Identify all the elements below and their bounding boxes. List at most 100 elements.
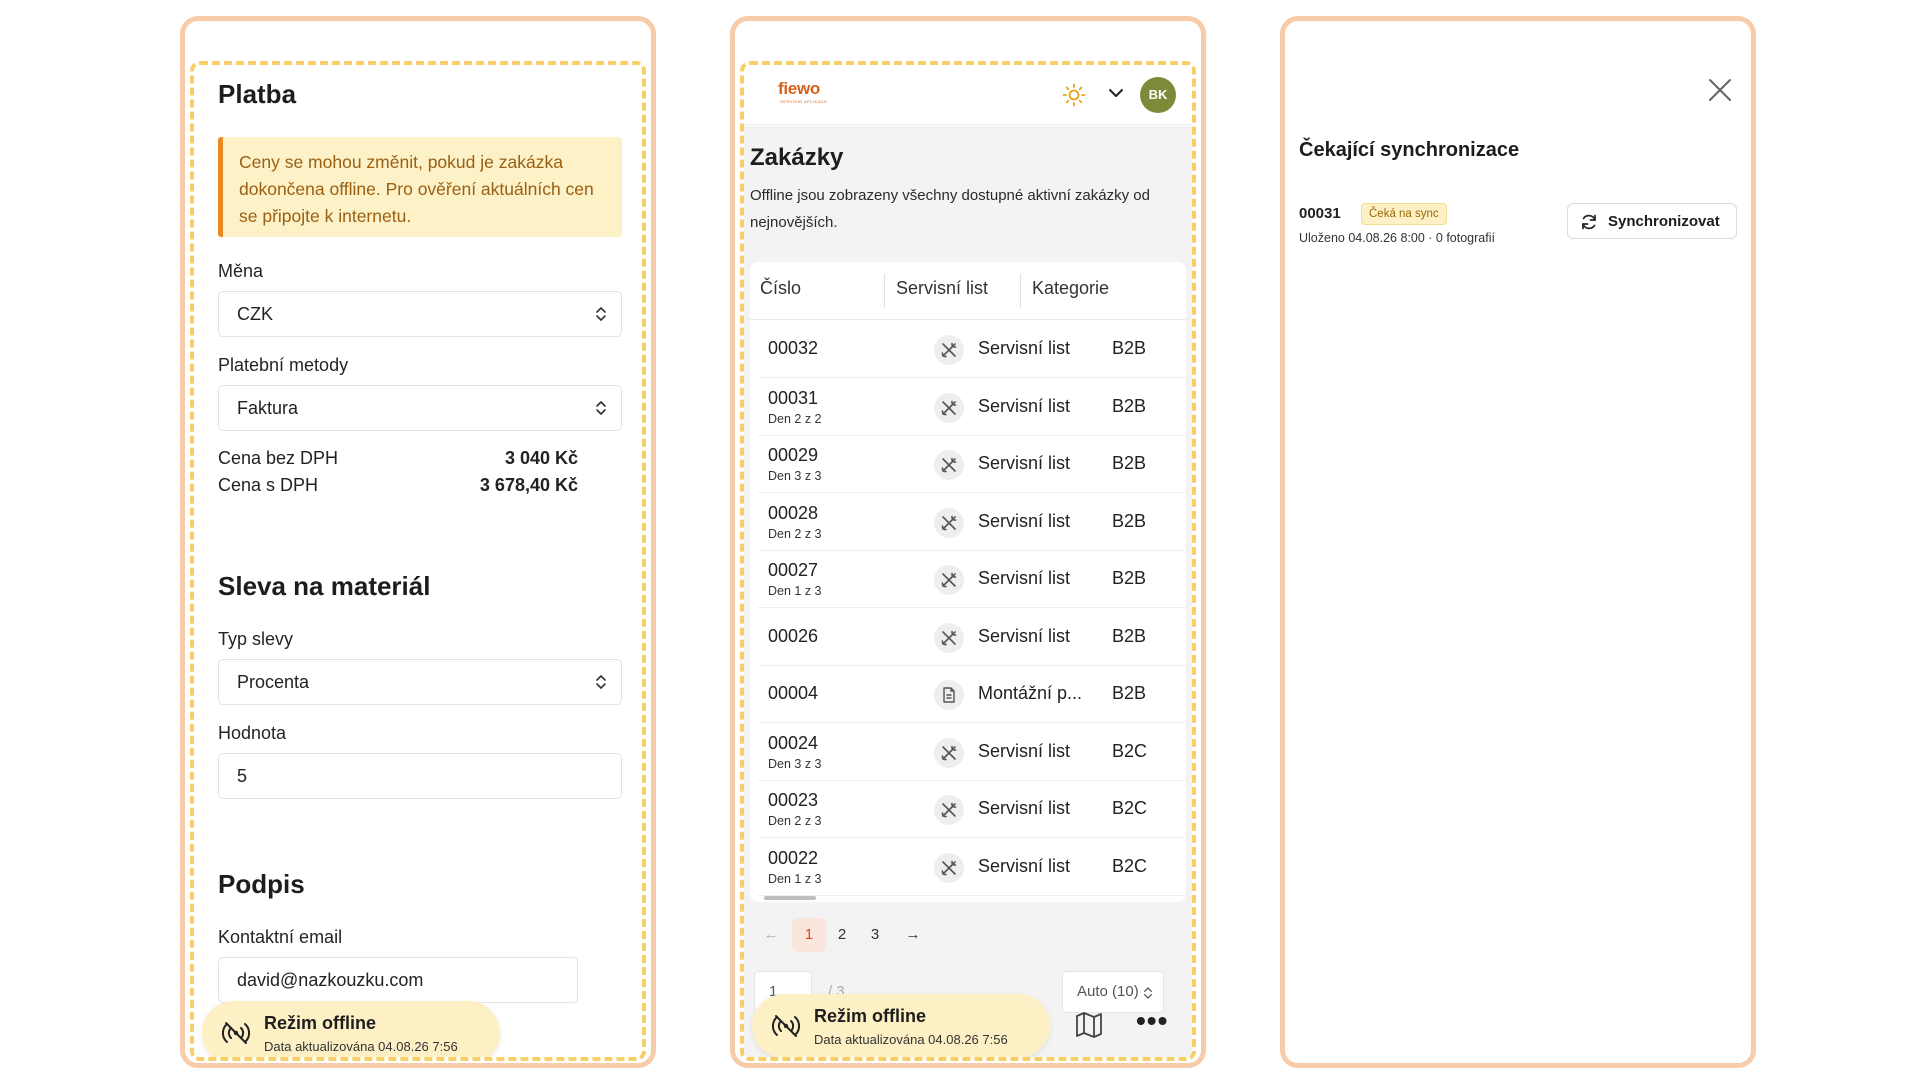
pending-item-id: 00031 xyxy=(1299,205,1341,222)
order-day: Den 3 z 3 xyxy=(768,756,822,771)
column-divider xyxy=(1020,274,1021,308)
order-number: 00028 xyxy=(768,502,819,523)
price-with-vat-row: Cena s DPH 3 678,40 Kč xyxy=(218,475,578,496)
payment-scroll-area[interactable]: Platba Ceny se mohou změnit, pokud je za… xyxy=(194,65,642,1057)
fiewo-logo[interactable]: fiewo SERVISNÍ APLIKACE xyxy=(778,79,827,104)
orders-phone-frame: fiewo SERVISNÍ APLIKACE BK Zakázky Offli… xyxy=(730,16,1206,1068)
table-row[interactable]: 00028 Den 2 z 3 Servisní list B2B xyxy=(758,493,1186,551)
map-icon[interactable] xyxy=(1074,1010,1104,1040)
user-avatar[interactable]: BK xyxy=(1140,77,1176,113)
order-number: 00004 xyxy=(768,683,819,703)
category-label: B2B xyxy=(1112,338,1147,358)
column-header-number[interactable]: Číslo xyxy=(760,278,801,299)
offline-mode-banner[interactable]: Režim offline Data aktualizována 04.08.2… xyxy=(202,1001,500,1057)
service-sheet-label: Montážní p... xyxy=(978,683,1083,703)
pending-item-meta: Uloženo 04.08.26 8:00 · 0 fotografií xyxy=(1299,231,1495,245)
discount-value-input[interactable]: 5 xyxy=(218,753,622,799)
payment-methods-select[interactable]: Faktura xyxy=(218,385,622,431)
select-chevron-icon xyxy=(1144,987,1152,999)
column-header-category[interactable]: Kategorie xyxy=(1032,278,1109,299)
logo-subtext: SERVISNÍ APLIKACE xyxy=(780,99,828,104)
wrench-screwdriver-icon xyxy=(934,392,964,423)
order-number: 00024 xyxy=(768,732,819,753)
offline-signal-icon xyxy=(772,1015,800,1037)
payment-phone-frame: Platba Ceny se mohou změnit, pokud je za… xyxy=(180,16,656,1068)
offline-signal-icon xyxy=(222,1022,250,1044)
category-label: B2B xyxy=(1112,395,1147,416)
table-row[interactable]: 00023 Den 2 z 3 Servisní list B2C xyxy=(758,780,1186,838)
category-label: B2B xyxy=(1112,683,1147,703)
currency-label: Měna xyxy=(218,261,264,281)
category-label: B2B xyxy=(1112,568,1147,588)
page-button-1[interactable]: 1 xyxy=(792,918,826,952)
sun-icon[interactable] xyxy=(1062,83,1086,107)
table-row[interactable]: 00032 Servisní list B2B xyxy=(758,320,1186,378)
refresh-icon xyxy=(1582,214,1596,230)
column-header-service-sheet[interactable]: Servisní list xyxy=(896,278,988,299)
payment-methods-label: Platební metody xyxy=(218,355,349,375)
horizontal-scrollbar[interactable] xyxy=(764,896,816,900)
contact-email-label: Kontaktní email xyxy=(218,927,343,947)
chevron-down-icon[interactable] xyxy=(1108,87,1124,99)
active-tab-indicator xyxy=(844,1059,880,1061)
table-row[interactable]: 00004 Montážní p... B2B xyxy=(758,665,1186,723)
discount-heading: Sleva na materiál xyxy=(218,571,431,601)
page-size-value: Auto (10) xyxy=(1077,983,1139,1000)
discount-type-select[interactable]: Procenta xyxy=(218,659,622,705)
orders-table: Číslo Servisní list Kategorie 00032 Servi… xyxy=(750,262,1186,902)
more-icon[interactable]: ••• xyxy=(1136,1005,1168,1037)
orders-title: Zakázky xyxy=(750,144,844,171)
pending-sync-title: Čekající synchronizace xyxy=(1299,139,1520,161)
offline-mode-subtitle: Data aktualizována 04.08.26 7:56 xyxy=(264,1039,458,1054)
price-with-vat-value: 3 678,40 Kč xyxy=(479,475,578,495)
orders-body: Zakázky Offline jsou zobrazeny všechny d… xyxy=(744,126,1192,1057)
table-row[interactable]: 00031 Den 2 z 2 Servisní list B2B xyxy=(758,378,1186,436)
category-label: B2B xyxy=(1112,625,1147,646)
order-day: Den 1 z 3 xyxy=(768,871,822,886)
order-number: 00029 xyxy=(768,445,819,465)
category-label: B2C xyxy=(1112,855,1148,876)
table-row[interactable]: 00027 Den 1 z 3 Servisní list B2B xyxy=(758,550,1186,608)
service-sheet-label: Servisní list xyxy=(978,855,1071,876)
order-day: Den 2 z 3 xyxy=(768,814,822,828)
discount-type-value: Procenta xyxy=(237,672,310,692)
prev-page-button[interactable]: ← xyxy=(754,918,788,952)
payment-heading: Platba xyxy=(218,79,297,109)
table-row[interactable]: 00022 Den 1 z 3 Servisní list B2C xyxy=(758,838,1186,896)
pagination: ← 1 2 3 → xyxy=(754,918,1174,954)
service-sheet-label: Servisní list xyxy=(978,625,1071,646)
close-icon[interactable] xyxy=(1707,77,1733,103)
offline-mode-title: Režim offline xyxy=(264,1013,377,1033)
wrench-screwdriver-icon xyxy=(934,737,964,768)
service-sheet-label: Servisní list xyxy=(978,338,1071,358)
next-page-button[interactable]: → xyxy=(896,918,930,952)
wrench-screwdriver-icon xyxy=(934,622,964,653)
contact-email-input[interactable]: david@nazkouzku.com xyxy=(218,957,578,1003)
table-row[interactable]: 00024 Den 3 z 3 Servisní list B2C xyxy=(758,723,1186,781)
price-without-vat-label: Cena bez DPH xyxy=(218,448,339,468)
wrench-screwdriver-icon xyxy=(934,335,964,365)
service-sheet-label: Servisní list xyxy=(978,568,1071,588)
order-day: Den 1 z 3 xyxy=(768,584,822,598)
select-chevron-icon xyxy=(596,307,606,321)
currency-select[interactable]: CZK xyxy=(218,291,622,337)
page-button-3[interactable]: 3 xyxy=(858,918,892,952)
order-number: 00022 xyxy=(768,847,819,868)
order-day: Den 3 z 3 xyxy=(768,469,822,483)
logo-text: fiewo xyxy=(778,79,820,98)
wrench-screwdriver-icon xyxy=(934,565,964,595)
order-number: 00032 xyxy=(768,338,819,358)
table-row[interactable]: 00029 Den 3 z 3 Servisní list B2B xyxy=(758,435,1186,493)
price-without-vat-row: Cena bez DPH 3 040 Kč xyxy=(218,448,578,469)
currency-value: CZK xyxy=(237,304,273,324)
sync-phone-frame: Čekající synchronizace 00031 Čeká na syn… xyxy=(1280,16,1756,1068)
column-divider xyxy=(884,274,885,308)
category-label: B2B xyxy=(1112,510,1147,531)
orders-description: Offline jsou zobrazeny všechny dostupné … xyxy=(750,187,1150,231)
offline-mode-banner[interactable]: Režim offline Data aktualizována 04.08.2… xyxy=(752,994,1050,1057)
app-header: fiewo SERVISNÍ APLIKACE BK xyxy=(744,65,1192,125)
synchronize-button[interactable]: Synchronizovat xyxy=(1567,203,1737,239)
page-button-2[interactable]: 2 xyxy=(825,918,859,952)
order-number: 00027 xyxy=(768,560,819,580)
table-row[interactable]: 00026 Servisní list B2B xyxy=(758,608,1186,666)
